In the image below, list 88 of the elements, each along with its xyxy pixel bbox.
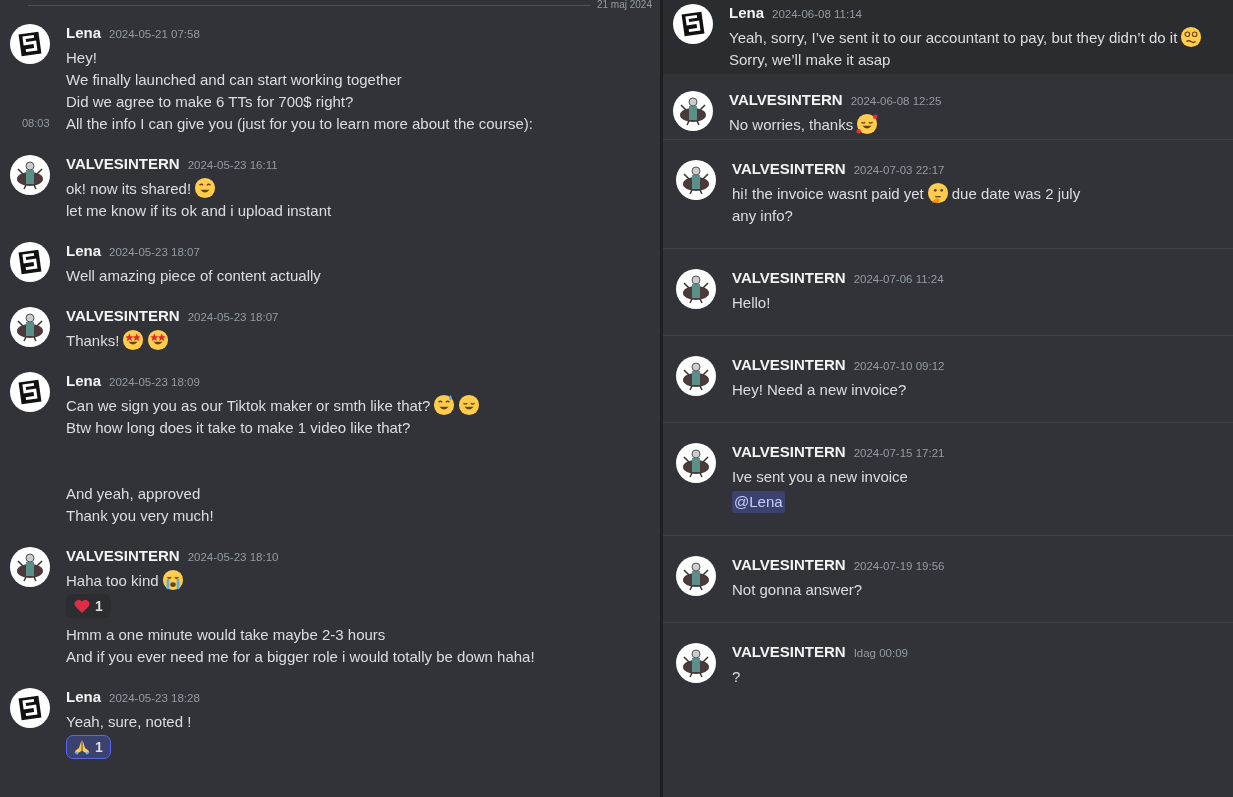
cartoon-avatar bbox=[10, 307, 50, 347]
user-mention[interactable]: @Lena bbox=[732, 491, 785, 513]
message-text: any info? bbox=[732, 206, 793, 224]
dizzy-face-icon bbox=[1180, 26, 1203, 48]
message-text: Hey! Need a new invoice? bbox=[732, 380, 907, 398]
cartoon-avatar bbox=[10, 155, 50, 195]
message-text: ok! now its shared! bbox=[66, 179, 192, 197]
grinning-face-icon bbox=[194, 177, 217, 199]
cartoon-avatar bbox=[676, 160, 716, 200]
message-text: hi! the invoice wasnt paid yet bbox=[732, 184, 924, 202]
thinking-face-icon bbox=[926, 182, 949, 204]
message-timestamp: 2024-05-23 18:28 bbox=[109, 692, 200, 704]
cartoon-avatar bbox=[676, 269, 716, 309]
message-text: No worries, thanks bbox=[729, 115, 854, 133]
logo-avatar bbox=[10, 24, 50, 64]
cartoon-avatar bbox=[676, 556, 716, 596]
relieved-face-icon bbox=[458, 394, 481, 416]
author-name[interactable]: VALVESINTERN bbox=[732, 643, 846, 660]
message-text: Hello! bbox=[732, 293, 771, 311]
message-timestamp: 2024-07-15 17:21 bbox=[853, 447, 945, 459]
cartoon-avatar bbox=[10, 547, 50, 587]
cartoon-avatar bbox=[676, 643, 716, 683]
author-name[interactable]: Lena bbox=[66, 242, 101, 259]
message-text: Can we sign you as our Tiktok maker or smth like that? bbox=[66, 396, 431, 414]
author-name[interactable]: VALVESINTERN bbox=[732, 160, 846, 177]
message-text: let me know if its ok and i upload instant bbox=[66, 201, 332, 219]
message-text: And yeah, approved bbox=[66, 484, 201, 502]
message-timestamp: 2024-05-21 07:58 bbox=[109, 28, 200, 40]
message-text: All the info I can give you (just for you to learn more about the course): bbox=[66, 114, 533, 132]
message-text: Yeah, sure, noted ! bbox=[66, 712, 192, 730]
author-name[interactable]: VALVESINTERN bbox=[66, 155, 180, 172]
message-timestamp: 2024-05-23 16:11 bbox=[187, 159, 278, 171]
date-divider: 21 maj 2024 bbox=[596, 0, 652, 10]
author-name[interactable]: VALVESINTERN bbox=[66, 547, 180, 564]
message-text: Hey! bbox=[66, 48, 97, 66]
message-timestamp: 2024-05-23 18:07 bbox=[187, 311, 279, 323]
message-text: Btw how long does it take to make 1 video like that? bbox=[66, 418, 411, 436]
star-eyes-face-icon bbox=[122, 329, 145, 351]
author-name[interactable]: VALVESINTERN bbox=[732, 443, 846, 460]
message-text: And if you ever need me for a bigger role i would totally be down haha! bbox=[66, 647, 535, 665]
message-timestamp: 2024-06-08 11:14 bbox=[772, 8, 862, 20]
message-text: Haha too kind bbox=[66, 571, 159, 589]
message-timestamp: 2024-07-06 11:24 bbox=[853, 273, 944, 285]
sweat-smile-face-icon bbox=[433, 394, 456, 416]
author-name[interactable]: Lena bbox=[66, 24, 101, 41]
author-name[interactable]: VALVESINTERN bbox=[732, 356, 846, 373]
message-timestamp: 2024-07-03 22:17 bbox=[853, 164, 945, 176]
author-name[interactable]: Lena bbox=[66, 372, 101, 389]
message-timestamp: 2024-05-23 18:07 bbox=[109, 246, 200, 258]
message-timestamp: 2024-05-23 18:10 bbox=[187, 551, 279, 563]
message-timestamp: 2024-06-08 12:25 bbox=[850, 95, 942, 107]
smiling-hearts-face-icon bbox=[856, 113, 879, 135]
message-timestamp: 2024-05-23 18:09 bbox=[109, 376, 200, 388]
message-text: Thank you very much! bbox=[66, 506, 214, 524]
message-text: Well amazing piece of content actually bbox=[66, 266, 321, 284]
logo-avatar bbox=[10, 372, 50, 412]
author-name[interactable]: VALVESINTERN bbox=[729, 91, 843, 108]
message-text: Thanks! bbox=[66, 331, 120, 349]
reaction-button[interactable]: 1 bbox=[66, 735, 111, 759]
message-text: Hmm a one minute would take maybe 2-3 hours bbox=[66, 625, 386, 643]
message-text: due date was 2 july bbox=[951, 184, 1081, 202]
logo-avatar bbox=[10, 242, 50, 282]
logo-avatar bbox=[673, 4, 713, 44]
message-text: Did we agree to make 6 TTs for 700$ right? bbox=[66, 92, 354, 110]
message-timestamp: Idag 00:09 bbox=[853, 647, 908, 659]
folded-hands-icon bbox=[74, 739, 90, 755]
author-name[interactable]: VALVESINTERN bbox=[732, 269, 846, 286]
message-text: Ive sent you a new invoice bbox=[732, 467, 908, 485]
crying-face-icon bbox=[161, 569, 184, 591]
hover-timestamp: 08:03 bbox=[22, 117, 50, 129]
star-eyes-face-icon bbox=[147, 329, 170, 351]
cartoon-avatar bbox=[673, 91, 713, 131]
author-name[interactable]: VALVESINTERN bbox=[66, 307, 180, 324]
author-name[interactable]: Lena bbox=[729, 4, 764, 21]
message-text: We finally launched and can start working together bbox=[66, 70, 402, 88]
cartoon-avatar bbox=[676, 356, 716, 396]
logo-avatar bbox=[10, 688, 50, 728]
message-text: Yeah, sorry, I’ve sent it to our accountant to pay, but they didn’t do it bbox=[729, 28, 1178, 46]
author-name[interactable]: Lena bbox=[66, 688, 101, 705]
message-timestamp: 2024-07-19 19:56 bbox=[853, 560, 945, 572]
message-timestamp: 2024-07-10 09:12 bbox=[853, 360, 945, 372]
message-text: Not gonna answer? bbox=[732, 580, 863, 598]
author-name[interactable]: VALVESINTERN bbox=[732, 556, 846, 573]
reaction-button[interactable]: 1 bbox=[66, 594, 111, 618]
heart-icon bbox=[74, 598, 90, 614]
message-text: ? bbox=[732, 667, 741, 685]
cartoon-avatar bbox=[676, 443, 716, 483]
message-text: Sorry, we’ll make it asap bbox=[729, 50, 891, 68]
